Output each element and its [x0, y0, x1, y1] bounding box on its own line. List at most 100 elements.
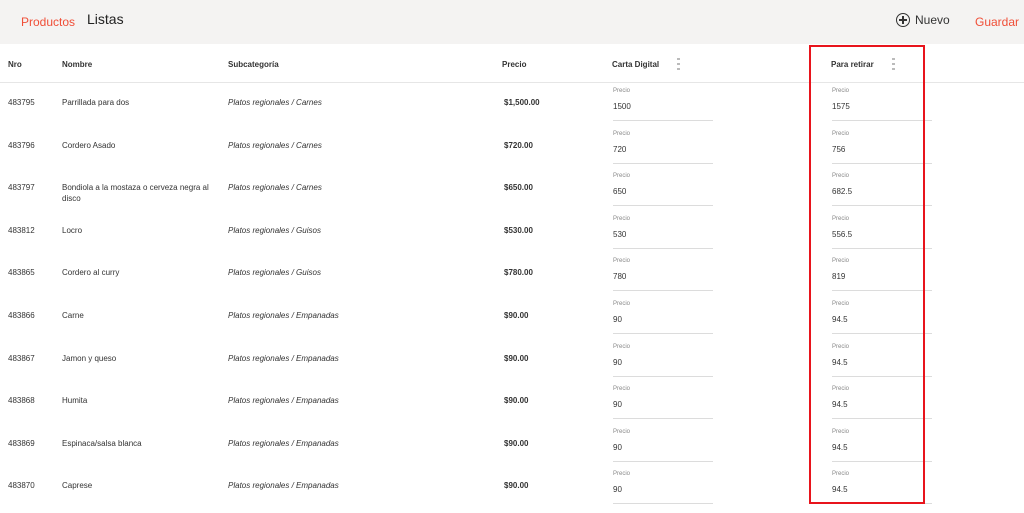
- price-field-value: 720: [613, 144, 627, 154]
- price-field-value: 756: [832, 144, 846, 154]
- column-header-carta-digital[interactable]: Carta Digital: [612, 60, 659, 69]
- price-field-value: 530: [613, 229, 627, 239]
- price-field-label: Precio: [613, 215, 631, 222]
- carta-digital-price-input[interactable]: Precio 530: [613, 214, 713, 249]
- table-row: 483868 Humita Platos regionales / Empanada…: [0, 381, 1024, 424]
- price-field-label: Precio: [832, 301, 850, 307]
- para-retirar-price-input[interactable]: Precio 756: [832, 129, 932, 164]
- table-row: 483869 Espinaca/salsa blanca Platos region…: [0, 424, 1024, 467]
- cell-precio: $90.00: [504, 311, 529, 320]
- price-field-label: Precio: [613, 343, 631, 350]
- carta-digital-price-input[interactable]: Precio 90: [613, 469, 713, 505]
- table-row: 483866 Carne Platos regionales / Empanadas…: [0, 296, 1024, 339]
- carta-digital-price-input[interactable]: Precio 90: [613, 299, 713, 334]
- price-field-label: Precio: [832, 88, 850, 94]
- price-field-label: Precio: [832, 173, 850, 180]
- cell-nombre: Jamon y queso: [62, 353, 117, 363]
- cell-nro: 483870: [8, 481, 35, 491]
- cell-subcategoria: Platos regionales / Empanadas: [228, 311, 339, 320]
- table-row: 483795 Parrillada para dos Platos regional…: [0, 83, 1024, 126]
- carta-digital-price-input[interactable]: Precio 650: [613, 171, 713, 207]
- price-field-value: 90: [613, 442, 622, 452]
- column-header-subcategoria[interactable]: Subcategoría: [228, 60, 279, 69]
- price-field-label: Precio: [613, 173, 631, 180]
- column-header-nombre[interactable]: Nombre: [62, 60, 92, 69]
- price-field-label: Precio: [613, 386, 631, 393]
- para-retirar-price-input[interactable]: Precio 94.5: [832, 299, 932, 334]
- cell-subcategoria: Platos regionales / Carnes: [228, 183, 322, 193]
- cell-nro: 483866: [8, 311, 35, 320]
- para-retirar-price-input[interactable]: Precio 819: [832, 256, 932, 292]
- cell-subcategoria: Platos regionales / Carnes: [228, 140, 322, 150]
- price-field-value: 94.5: [832, 400, 848, 410]
- cell-precio: $530.00: [504, 225, 533, 235]
- column-header-nro[interactable]: Nro: [8, 60, 22, 69]
- cell-nombre: Espinaca/salsa blanca: [62, 438, 142, 448]
- price-field-value: 94.5: [832, 315, 848, 324]
- save-button[interactable]: Guardar: [975, 15, 1019, 29]
- para-retirar-price-input[interactable]: Precio 94.5: [832, 427, 932, 462]
- cell-nro: 483867: [8, 353, 35, 363]
- price-field-label: Precio: [613, 428, 631, 435]
- cell-nombre: Bondiola a la mostaza o cerveza negra al…: [62, 183, 209, 204]
- top-bar: Productos Listas Nuevo Guardar: [0, 0, 1024, 44]
- carta-digital-price-input[interactable]: Precio 1500: [613, 86, 713, 121]
- price-field-label: Precio: [832, 471, 850, 478]
- para-retirar-price-input[interactable]: Precio 94.5: [832, 342, 932, 377]
- cell-subcategoria: Platos regionales / Empanadas: [228, 438, 339, 448]
- cell-subcategoria: Platos regionales / Guisos: [228, 225, 321, 235]
- cell-nro: 483869: [8, 438, 35, 448]
- cell-nombre: Caprese: [62, 481, 93, 491]
- cell-precio: $720.00: [504, 140, 533, 150]
- price-field-label: Precio: [613, 130, 631, 137]
- cell-precio: $90.00: [504, 438, 529, 448]
- price-field-label: Precio: [832, 130, 850, 137]
- carta-digital-price-input[interactable]: Precio 90: [613, 342, 713, 377]
- para-retirar-price-input[interactable]: Precio 1575: [832, 86, 932, 121]
- cell-nombre: Humita: [62, 396, 88, 406]
- cell-precio: $90.00: [504, 481, 529, 491]
- table-row: 483865 Cordero al curry Platos regionales …: [0, 253, 1024, 296]
- price-field-value: 90: [613, 400, 622, 410]
- price-field-label: Precio: [832, 428, 850, 435]
- price-field-label: Precio: [613, 301, 631, 307]
- cell-nro: 483795: [8, 98, 35, 107]
- table-header: Nro Nombre Subcategoría Precio Carta Dig…: [0, 44, 1024, 83]
- cell-nro: 483812: [8, 225, 35, 235]
- price-field-value: 90: [613, 315, 622, 324]
- column-menu-icon[interactable]: [892, 58, 895, 70]
- carta-digital-price-input[interactable]: Precio 780: [613, 256, 713, 292]
- cell-nro: 483868: [8, 396, 35, 406]
- price-field-value: 94.5: [832, 357, 848, 367]
- para-retirar-price-input[interactable]: Precio 556.5: [832, 214, 932, 249]
- cell-precio: $1,500.00: [504, 98, 540, 107]
- carta-digital-price-input[interactable]: Precio 90: [613, 384, 713, 420]
- cell-precio: $650.00: [504, 183, 533, 193]
- column-menu-icon[interactable]: [677, 58, 680, 70]
- new-button[interactable]: Nuevo: [896, 13, 950, 27]
- cell-nro: 483797: [8, 183, 35, 193]
- column-header-para-retirar[interactable]: Para retirar: [831, 60, 874, 69]
- column-header-precio[interactable]: Precio: [502, 60, 526, 69]
- plus-circle-icon: [896, 13, 910, 27]
- carta-digital-price-input[interactable]: Precio 720: [613, 129, 713, 164]
- price-field-value: 650: [613, 187, 627, 197]
- para-retirar-price-input[interactable]: Precio 682.5: [832, 171, 932, 207]
- price-field-label: Precio: [613, 258, 631, 265]
- cell-subcategoria: Platos regionales / Empanadas: [228, 396, 339, 406]
- new-button-label: Nuevo: [915, 13, 950, 27]
- price-field-value: 1500: [613, 102, 631, 111]
- table-row: 483796 Cordero Asado Platos regionales / C…: [0, 126, 1024, 169]
- cell-nombre: Parrillada para dos: [62, 98, 130, 107]
- para-retirar-price-input[interactable]: Precio 94.5: [832, 469, 932, 505]
- para-retirar-price-input[interactable]: Precio 94.5: [832, 384, 932, 420]
- cell-precio: $780.00: [504, 268, 533, 278]
- price-field-value: 90: [613, 357, 622, 367]
- price-field-label: Precio: [613, 88, 631, 94]
- cell-subcategoria: Platos regionales / Empanadas: [228, 481, 339, 491]
- price-field-value: 682.5: [832, 187, 853, 197]
- price-field-label: Precio: [613, 471, 631, 478]
- carta-digital-price-input[interactable]: Precio 90: [613, 427, 713, 462]
- breadcrumb-productos-link[interactable]: Productos: [21, 15, 75, 29]
- price-field-value: 780: [613, 272, 627, 282]
